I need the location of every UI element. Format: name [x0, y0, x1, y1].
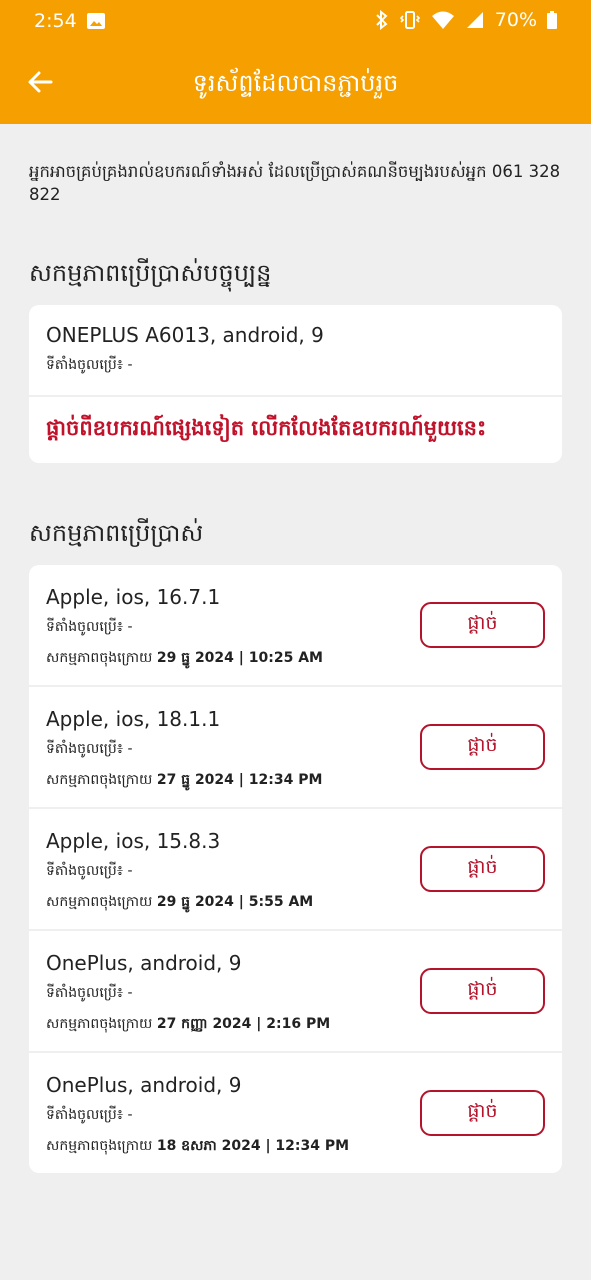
gallery-icon	[86, 11, 106, 31]
battery-level: 70%	[494, 9, 537, 31]
device-row: Apple, ios, 15.8.3 ទីតាំងចូលប្រើ៖ - សកម្…	[29, 809, 562, 931]
last-active-value: 27 ធ្នូ 2024 | 12:34 PM	[156, 772, 323, 788]
device-name: ONEPLUS A6013, android, 9	[46, 323, 324, 347]
last-active: សកម្មភាពចុងក្រោយ 27 កញ្ញា 2024 | 2:16 PM	[46, 1014, 545, 1035]
location-label: ទីតាំងចូលប្រើ៖	[46, 357, 123, 373]
last-active: សកម្មភាពចុងក្រោយ 27 ធ្នូ 2024 | 12:34 PM	[46, 770, 545, 791]
toolbar: ទូរស័ព្ទដែលបានភ្ជាប់រួច	[0, 44, 591, 124]
device-row: Apple, ios, 18.1.1 ទីតាំងចូលប្រើ៖ - សកម្…	[29, 687, 562, 809]
location-value: -	[127, 863, 133, 879]
wifi-icon	[431, 10, 455, 30]
disconnect-button[interactable]: ផ្ដាច់	[420, 968, 545, 1014]
last-active-value: 29 ធ្នូ 2024 | 10:25 AM	[156, 650, 323, 666]
device-row: OnePlus, android, 9 ទីតាំងចូលប្រើ៖ - សកម…	[29, 931, 562, 1053]
location-value: -	[127, 741, 133, 757]
last-active-label: សកម្មភាពចុងក្រោយ	[46, 1138, 153, 1154]
location-value: -	[127, 357, 133, 373]
last-active-value: 29 ធ្នូ 2024 | 5:55 AM	[156, 894, 314, 910]
location-value: -	[127, 985, 133, 1001]
location-label: ទីតាំងចូលប្រើ៖	[46, 619, 123, 635]
page-title: ទូរស័ព្ទដែលបានភ្ជាប់រួច	[192, 69, 399, 97]
bluetooth-icon	[375, 10, 389, 30]
disconnect-button[interactable]: ផ្ដាច់	[420, 1090, 545, 1136]
status-time: 2:54	[34, 10, 77, 32]
location-label: ទីតាំងចូលប្រើ៖	[46, 863, 123, 879]
status-bar: 2:54 70%	[0, 0, 591, 44]
battery-icon	[547, 11, 557, 29]
last-active-value: 18 ឧសភា 2024 | 12:34 PM	[156, 1138, 350, 1154]
last-active: សកម្មភាពចុងក្រោយ 29 ធ្នូ 2024 | 5:55 AM	[46, 892, 545, 913]
signal-icon	[465, 10, 485, 30]
last-active: សកម្មភាពចុងក្រោយ 29 ធ្នូ 2024 | 10:25 AM	[46, 648, 545, 669]
location-label: ទីតាំងចូលប្រើ៖	[46, 985, 123, 1001]
status-icons: 70%	[375, 9, 557, 31]
location-value: -	[127, 619, 133, 635]
history-title: សកម្មភាពប្រើប្រាស់	[29, 519, 204, 547]
app-bar: 2:54 70% ទូរស័ព្ទដែលបានភ្ជាប់រួច	[0, 0, 591, 124]
logout-other-devices-button[interactable]: ផ្ដាច់ពីឧបករណ៍ផ្សេងទៀត លើកលែងតែឧបករណ៍មួយ…	[29, 397, 562, 463]
location-value: -	[127, 1107, 133, 1123]
current-session-card: ONEPLUS A6013, android, 9 ទីតាំងចូលប្រើ៖…	[29, 305, 562, 463]
location-label: ទីតាំងចូលប្រើ៖	[46, 741, 123, 757]
current-device: ONEPLUS A6013, android, 9 ទីតាំងចូលប្រើ៖…	[29, 305, 562, 397]
last-active-label: សកម្មភាពចុងក្រោយ	[46, 1016, 153, 1032]
vibrate-icon	[399, 10, 421, 30]
last-active-label: សកម្មភាពចុងក្រោយ	[46, 650, 153, 666]
last-active: សកម្មភាពចុងក្រោយ 18 ឧសភា 2024 | 12:34 PM	[46, 1136, 545, 1157]
device-row: Apple, ios, 16.7.1 ទីតាំងចូលប្រើ៖ - សកម្…	[29, 565, 562, 687]
device-row: OnePlus, android, 9 ទីតាំងចូលប្រើ៖ - សកម…	[29, 1053, 562, 1173]
disconnect-button[interactable]: ផ្ដាច់	[420, 602, 545, 648]
intro-text: អ្នកអាចគ្រប់គ្រងរាល់ឧបករណ៍ទាំងអស់ ដែលប្រ…	[29, 162, 561, 204]
disconnect-button[interactable]: ផ្ដាច់	[420, 724, 545, 770]
disconnect-button[interactable]: ផ្ដាច់	[420, 846, 545, 892]
last-active-value: 27 កញ្ញា 2024 | 2:16 PM	[156, 1016, 331, 1032]
current-session-title: សកម្មភាពប្រើប្រាស់បច្ចុប្បន្ន	[29, 259, 272, 287]
device-location: ទីតាំងចូលប្រើ៖ -	[46, 355, 545, 376]
last-active-label: សកម្មភាពចុងក្រោយ	[46, 772, 153, 788]
location-label: ទីតាំងចូលប្រើ៖	[46, 1107, 123, 1123]
last-active-label: សកម្មភាពចុងក្រោយ	[46, 894, 153, 910]
device-list: Apple, ios, 16.7.1 ទីតាំងចូលប្រើ៖ - សកម្…	[29, 565, 562, 1173]
